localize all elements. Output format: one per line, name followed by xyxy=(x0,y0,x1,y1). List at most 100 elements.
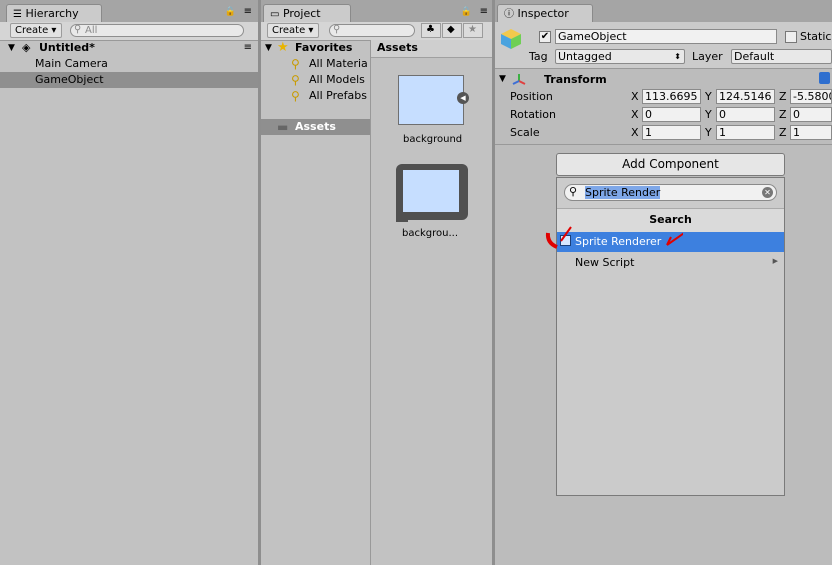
dropdown-arrow-icon: ▾ xyxy=(51,25,57,36)
axis-z-label: Z xyxy=(779,90,787,103)
tag-label: Tag xyxy=(529,50,548,63)
static-checkbox[interactable] xyxy=(785,31,797,43)
gameobject-cube-icon xyxy=(500,28,522,50)
asset-tile[interactable]: ◀ background xyxy=(397,75,469,145)
axis-z-label: Z xyxy=(779,126,787,139)
axis-y-label: Y xyxy=(705,126,712,139)
project-tree: ▼ ★ Favorites ⚲ All Materia ⚲ All Models… xyxy=(261,40,370,565)
project-toolbar: Create ▾ ⚲ ♣ ◆ ★ xyxy=(261,22,492,41)
project-create-button[interactable]: Create ▾ xyxy=(267,23,319,38)
favorite-item[interactable]: ⚲ All Materia xyxy=(261,56,370,72)
rotation-x-field[interactable]: 0 xyxy=(642,107,701,122)
scale-x-field[interactable]: 1 xyxy=(642,125,701,140)
tab-project[interactable]: ▭ Project xyxy=(263,4,351,22)
expand-arrow-icon[interactable]: ◀ xyxy=(457,92,469,104)
assets-header: Assets xyxy=(371,40,492,58)
project-panel: ▭ Project 🔒 ≡ Create ▾ ⚲ ♣ ◆ ★ ▼ ★ Favor… xyxy=(261,0,492,565)
lock-icon[interactable]: 🔒 xyxy=(461,7,472,17)
axis-x-label: X xyxy=(631,126,639,139)
rotation-y-field[interactable]: 0 xyxy=(716,107,775,122)
search-filter-icon: ⚲ xyxy=(291,89,300,103)
submenu-arrow-icon: ▶ xyxy=(772,257,778,265)
static-label: Static xyxy=(800,30,832,43)
assets-tree-row[interactable]: ▬ Assets xyxy=(261,119,370,135)
add-component-button[interactable]: Add Component xyxy=(556,153,785,176)
project-tabbar: ▭ Project 🔒 ≡ xyxy=(261,0,492,22)
hierarchy-toolbar: Create ▾ ⚲ All xyxy=(0,22,258,41)
tab-hierarchy[interactable]: ☰ Hierarchy xyxy=(6,4,102,22)
list-icon: ☰ xyxy=(13,9,22,20)
hierarchy-item-gameobject[interactable]: GameObject xyxy=(0,72,258,88)
axis-x-label: X xyxy=(631,108,639,121)
project-search-input[interactable]: ⚲ xyxy=(329,24,415,37)
tag-dropdown[interactable]: Untagged ⬍ xyxy=(555,49,685,64)
lock-icon[interactable]: 🔒 xyxy=(225,7,236,17)
scene-row[interactable]: ▼ ◈ Untitled* ≡ xyxy=(0,40,258,56)
inspector-panel: ⓘ Inspector ✔ GameObject Static Tag Unta… xyxy=(495,0,832,565)
hierarchy-item-main-camera[interactable]: Main Camera xyxy=(0,56,258,72)
folder-icon: ▭ xyxy=(270,9,280,20)
tag-icon: ◆ xyxy=(447,24,455,35)
dropdown-arrow-icon: ▾ xyxy=(308,25,314,36)
rotation-label: Rotation xyxy=(510,108,557,121)
texture-thumbnail xyxy=(398,75,464,125)
favorites-button[interactable]: ★ xyxy=(463,23,483,38)
expand-triangle-icon[interactable]: ▼ xyxy=(499,74,506,84)
inspector-header: ✔ GameObject Static Tag Untagged ⬍ Layer… xyxy=(495,22,832,69)
axis-z-label: Z xyxy=(779,108,787,121)
scale-y-field[interactable]: 1 xyxy=(716,125,775,140)
transform-axes-icon xyxy=(511,72,527,89)
favorite-item[interactable]: ⚲ All Prefabs xyxy=(261,88,370,104)
position-z-field[interactable]: -5.5800 xyxy=(790,89,832,104)
filter-by-type-button[interactable]: ♣ xyxy=(421,23,441,38)
expand-triangle-icon[interactable]: ▼ xyxy=(265,40,272,56)
shapes-icon: ♣ xyxy=(426,24,435,35)
popup-search-input[interactable]: ⚲ Sprite Render ✕ xyxy=(564,184,777,201)
rotation-z-field[interactable]: 0 xyxy=(790,107,832,122)
popup-item-new-script[interactable]: New Script ▶ xyxy=(557,253,784,273)
asset-tile[interactable]: backgrou... xyxy=(395,164,469,244)
hierarchy-panel: ☰ Hierarchy 🔒 ≡ Create ▾ ⚲ All ▼ ◈ Untit… xyxy=(0,0,258,565)
scene-menu-icon[interactable]: ≡ xyxy=(244,40,252,56)
layer-dropdown[interactable]: Default xyxy=(731,49,832,64)
filter-by-label-button[interactable]: ◆ xyxy=(442,23,462,38)
dropdown-arrow-icon: ⬍ xyxy=(674,52,681,61)
search-icon: ⚲ xyxy=(74,24,82,35)
menu-icon[interactable]: ≡ xyxy=(244,6,252,17)
search-icon: ⚲ xyxy=(333,24,341,35)
gameobject-name-field[interactable]: GameObject xyxy=(555,29,777,44)
hierarchy-create-button[interactable]: Create ▾ xyxy=(10,23,62,38)
search-filter-icon: ⚲ xyxy=(291,73,300,87)
star-icon: ★ xyxy=(277,40,289,55)
assets-grid: Assets ◀ background backgrou... xyxy=(371,40,492,565)
folder-icon: ▬ xyxy=(277,120,289,134)
sprite-thumbnail xyxy=(403,170,459,212)
component-settings-icon[interactable] xyxy=(819,72,830,84)
unity-logo-icon: ◈ xyxy=(22,41,31,54)
hierarchy-search-input[interactable]: ⚲ All xyxy=(70,24,244,37)
position-label: Position xyxy=(510,90,553,103)
favorite-item[interactable]: ⚲ All Models xyxy=(261,72,370,88)
inspector-tabbar: ⓘ Inspector xyxy=(495,0,832,22)
position-y-field[interactable]: 124.5146 xyxy=(716,89,775,104)
axis-y-label: Y xyxy=(705,90,712,103)
star-icon: ★ xyxy=(468,24,477,35)
info-icon: ⓘ xyxy=(504,9,514,20)
search-icon: ⚲ xyxy=(569,185,578,198)
hierarchy-tabbar: ☰ Hierarchy 🔒 ≡ xyxy=(0,0,258,22)
sprite-thumbnail-tail xyxy=(396,212,408,222)
transform-title: Transform xyxy=(544,73,607,86)
search-filter-icon: ⚲ xyxy=(291,57,300,71)
scale-z-field[interactable]: 1 xyxy=(790,125,832,140)
clear-search-icon[interactable]: ✕ xyxy=(762,187,773,198)
annotation-marks xyxy=(545,226,683,249)
axis-y-label: Y xyxy=(705,108,712,121)
tab-inspector[interactable]: ⓘ Inspector xyxy=(497,4,593,22)
menu-icon[interactable]: ≡ xyxy=(480,6,488,17)
axis-x-label: X xyxy=(631,90,639,103)
position-x-field[interactable]: 113.6695 xyxy=(642,89,701,104)
favorites-row[interactable]: ▼ ★ Favorites xyxy=(261,40,370,56)
active-checkbox[interactable]: ✔ xyxy=(539,31,551,43)
expand-triangle-icon[interactable]: ▼ xyxy=(8,40,15,56)
scene-name: Untitled* xyxy=(39,41,95,54)
